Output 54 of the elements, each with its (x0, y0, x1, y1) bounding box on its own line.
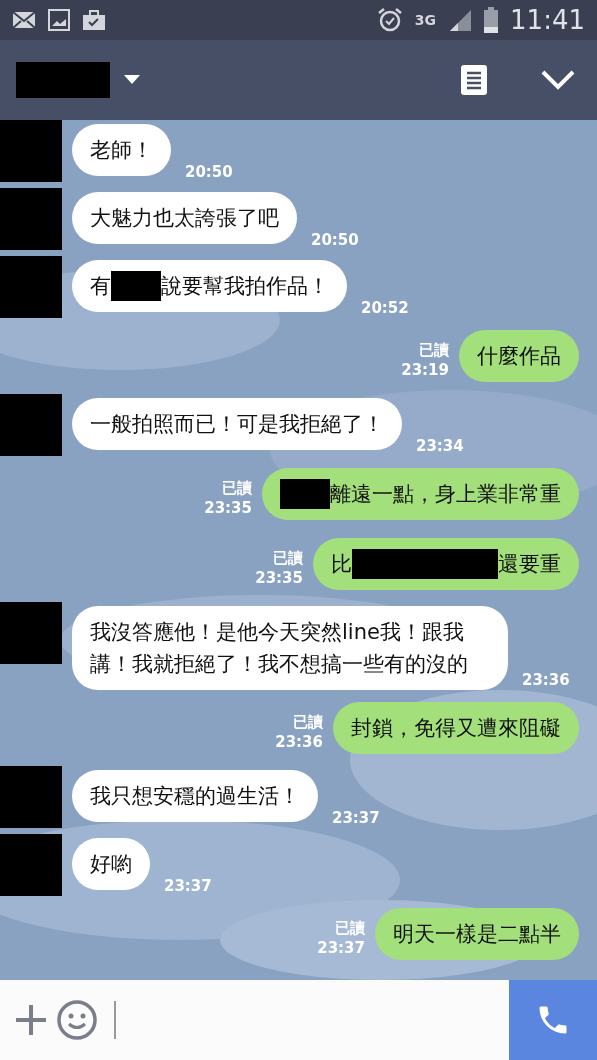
message-text: 明天一樣是二點半 (393, 921, 561, 948)
message-text: 一般拍照而已！可是我拒絕了！ (90, 411, 384, 438)
battery-icon (484, 7, 499, 33)
redaction-mark (0, 256, 62, 318)
plus-icon (14, 1003, 48, 1037)
redaction-mark (111, 271, 161, 301)
message-time: 23:35 (255, 568, 303, 588)
mail-icon (12, 11, 36, 29)
message-text: 說要幫我拍作品！ (161, 273, 329, 300)
redaction-mark (0, 120, 62, 182)
read-receipt: 已讀 (419, 340, 449, 360)
redaction-mark (0, 394, 62, 456)
redaction-mark (280, 479, 330, 509)
caret-icon[interactable] (124, 75, 140, 85)
redaction-mark (0, 188, 62, 250)
message-time: 20:50 (311, 230, 359, 250)
message-time: 23:36 (275, 732, 323, 752)
message-text: 好喲 (90, 851, 132, 878)
notes-icon[interactable] (461, 65, 487, 95)
smiley-icon (56, 999, 98, 1041)
message-time: 23:19 (401, 360, 449, 380)
redaction-mark (0, 766, 62, 828)
message-text: 我沒答應他！是他今天突然line我！跟我講！我就拒絕了！我不想搞一些有的沒的 (90, 619, 469, 678)
message-text: 有 (90, 273, 111, 300)
message-text: 還要重 (498, 551, 561, 578)
message-text: 什麼作品 (477, 343, 561, 370)
message-text: 離遠一點，身上業非常重 (330, 481, 561, 508)
message-text: 我只想安穩的過生活！ (90, 783, 300, 810)
message-time: 23:35 (204, 498, 252, 518)
redaction-mark (0, 602, 62, 664)
message-text: 大魅力也太誇張了吧 (90, 205, 279, 232)
message-time: 23:37 (164, 876, 212, 896)
clock-time: 11:41 (510, 5, 585, 35)
message-text: 比 (331, 551, 352, 578)
chevron-down-icon[interactable] (541, 70, 575, 90)
message-time: 23:37 (332, 808, 380, 828)
alarm-icon (376, 7, 403, 33)
message-time: 23:36 (522, 670, 570, 690)
read-receipt: 已讀 (335, 918, 365, 938)
signal-icon (448, 8, 473, 32)
read-receipt: 已讀 (273, 548, 303, 568)
network-label: 3G (414, 12, 437, 28)
message-time: 23:34 (416, 436, 464, 456)
message-time: 20:52 (361, 298, 409, 318)
message-text: 封鎖，免得又遭來阻礙 (351, 715, 561, 742)
read-receipt: 已讀 (222, 478, 252, 498)
image-icon (48, 9, 70, 31)
message-time: 20:50 (185, 162, 233, 182)
call-button[interactable] (509, 980, 597, 1060)
message-text: 老師！ (90, 137, 153, 164)
redaction-mark (0, 834, 62, 896)
message-time: 23:37 (317, 938, 365, 958)
briefcase-icon (82, 9, 106, 31)
read-receipt: 已讀 (293, 712, 323, 732)
